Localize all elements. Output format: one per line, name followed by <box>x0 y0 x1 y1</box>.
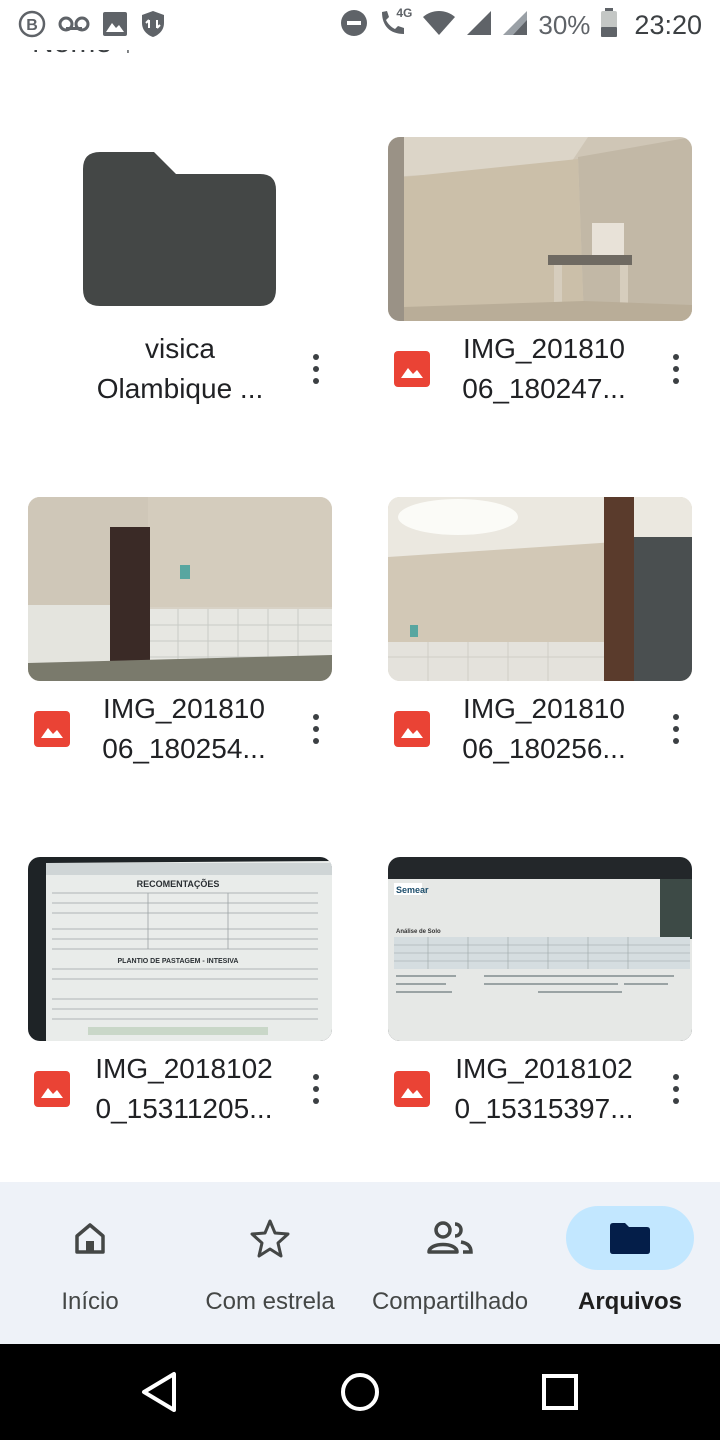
image-file-icon <box>394 711 430 747</box>
voicemail-icon <box>58 10 90 43</box>
home-icon <box>26 1206 154 1270</box>
more-options-icon[interactable] <box>658 347 694 391</box>
nav-label-files: Arquivos <box>577 1288 682 1315</box>
file-name-line2: 06_180254... <box>102 733 266 764</box>
wifi-icon <box>422 10 456 41</box>
nav-item-home[interactable]: Início <box>0 1182 180 1344</box>
do-not-disturb-icon <box>340 9 368 42</box>
file-name-line1: IMG_201810 <box>103 693 265 724</box>
file-name-line2: Olambique ... <box>96 373 264 404</box>
image-thumbnail[interactable] <box>28 497 332 681</box>
status-bar: B 4G 30% 23:20 <box>0 0 720 50</box>
nav-item-files[interactable]: Arquivos <box>540 1182 720 1344</box>
file-card[interactable]: IMG_201810 06_180256... <box>388 497 692 777</box>
battery-percent: 30% <box>538 10 591 40</box>
image-file-icon <box>394 351 430 387</box>
file-name: IMG_2018102 0_15311205... <box>74 1049 294 1129</box>
file-name-line2: 0_15315397... <box>454 1093 634 1124</box>
b-circle-icon: B <box>18 10 46 43</box>
file-card[interactable]: visica Olambique ... <box>28 137 332 417</box>
file-name-line2: 06_180247... <box>462 373 626 404</box>
image-file-icon <box>34 1071 70 1107</box>
file-name-line1: IMG_201810 <box>463 693 625 724</box>
drive-files-screen: Nome ↑ B 4G <box>0 0 720 1440</box>
sheet-section-text: PLANTIO DE PASTAGEM - INTESIVA <box>118 958 239 965</box>
nav-label-starred: Com estrela <box>205 1288 335 1315</box>
image-thumbnail[interactable] <box>388 137 692 321</box>
system-navigation-bar <box>0 1344 720 1440</box>
file-name: visica Olambique ... <box>70 329 290 409</box>
image-thumbnail[interactable]: RECOMENTAÇÕES PLANTIO DE PASTAGEM - INTE… <box>28 857 332 1041</box>
file-name-line1: visica <box>144 333 215 364</box>
battery-icon <box>600 8 618 43</box>
file-card[interactable]: RECOMENTAÇÕES PLANTIO DE PASTAGEM - INTE… <box>28 857 332 1137</box>
file-name-line1: IMG_2018102 <box>455 1053 633 1084</box>
more-options-icon[interactable] <box>658 1067 694 1111</box>
shared-people-icon <box>386 1206 514 1270</box>
image-icon <box>102 11 128 42</box>
more-options-icon[interactable] <box>298 347 334 391</box>
sheet-title-text: RECOMENTAÇÕES <box>137 879 220 889</box>
clock: 23:20 <box>634 10 702 40</box>
bottom-navigation: Início Com estrela Compartilhado Arquivo… <box>0 1182 720 1344</box>
file-name-line2: 06_180256... <box>462 733 626 764</box>
star-icon <box>206 1206 334 1270</box>
network-type-badge: 4G <box>396 6 413 20</box>
file-name: IMG_201810 06_180256... <box>434 689 654 769</box>
back-icon[interactable] <box>136 1368 184 1416</box>
folder-icon <box>83 152 276 306</box>
more-options-icon[interactable] <box>658 707 694 751</box>
signal-icon <box>466 10 492 41</box>
vpn-shield-icon <box>140 10 166 43</box>
file-card[interactable]: IMG_201810 06_180247... <box>388 137 692 417</box>
report-heading-text: Análise de Solo <box>396 929 441 935</box>
wifi-calling-icon: 4G <box>378 6 413 43</box>
nav-label-home: Início <box>61 1288 119 1315</box>
report-logo-text: Semear <box>396 885 429 895</box>
nav-item-starred[interactable]: Com estrela <box>180 1182 360 1344</box>
image-file-icon <box>394 1071 430 1107</box>
signal-icon <box>502 10 528 41</box>
file-name: IMG_201810 06_180254... <box>74 689 294 769</box>
folder-thumbnail[interactable] <box>28 137 332 321</box>
image-thumbnail[interactable]: Semear Análise de Solo <box>388 857 692 1041</box>
file-name: IMG_201810 06_180247... <box>434 329 654 409</box>
folder-icon <box>566 1206 694 1270</box>
nav-label-shared: Compartilhado <box>371 1288 529 1315</box>
home-circle-icon[interactable] <box>336 1368 384 1416</box>
nav-item-shared[interactable]: Compartilhado <box>360 1182 540 1344</box>
file-name-line1: IMG_2018102 <box>95 1053 273 1084</box>
svg-text:B: B <box>26 17 38 34</box>
image-file-icon <box>34 711 70 747</box>
file-name-line2: 0_15311205... <box>95 1093 273 1124</box>
file-card[interactable]: Semear Análise de Solo IMG_2018102 0_153… <box>388 857 692 1137</box>
image-thumbnail[interactable] <box>388 497 692 681</box>
recents-icon[interactable] <box>536 1368 584 1416</box>
file-name-line1: IMG_201810 <box>463 333 625 364</box>
more-options-icon[interactable] <box>298 1067 334 1111</box>
file-name: IMG_2018102 0_15315397... <box>434 1049 654 1129</box>
more-options-icon[interactable] <box>298 707 334 751</box>
file-card[interactable]: IMG_201810 06_180254... <box>28 497 332 777</box>
